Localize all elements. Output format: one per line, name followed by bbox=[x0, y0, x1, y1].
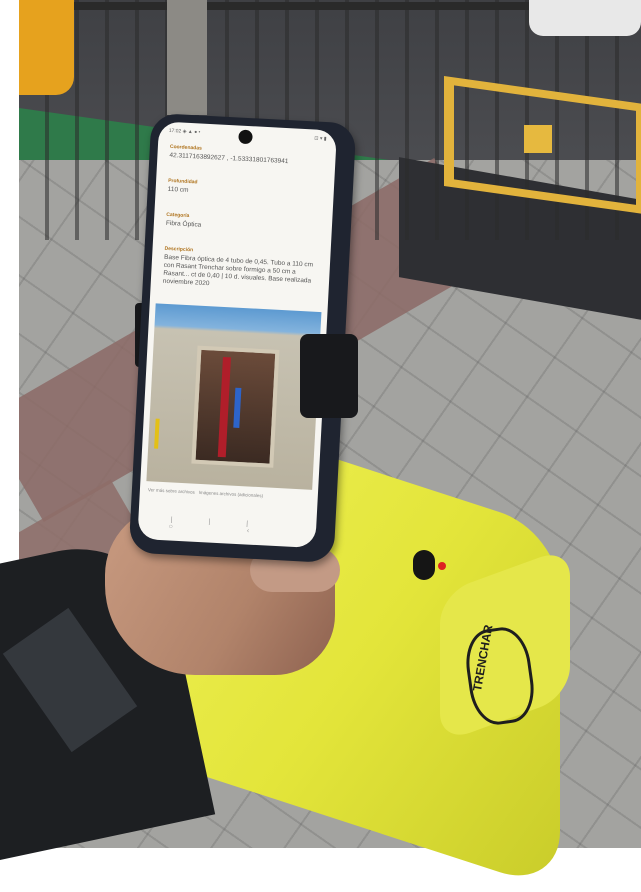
link-images[interactable]: Imágenes archivos (adicionales) bbox=[199, 490, 264, 498]
white-car bbox=[529, 0, 641, 36]
field-value-description: Base Fibra óptica de 4 tubo de 0,45. Tub… bbox=[162, 253, 314, 288]
yellow-marker bbox=[154, 418, 160, 449]
field-label-coordinates: Coordenadas bbox=[169, 143, 202, 152]
excavation-photo[interactable] bbox=[146, 303, 322, 490]
barrier-sign bbox=[524, 125, 552, 153]
device-led bbox=[438, 562, 446, 570]
status-bar-right: ⊡ ▾ ▮ bbox=[314, 135, 327, 143]
field-label-depth: Profundidad bbox=[167, 177, 198, 186]
yellow-vehicle bbox=[19, 0, 74, 95]
status-bar-left: 17:02 ◈ ▲ ● • bbox=[169, 128, 201, 136]
phone-mount-clamp bbox=[300, 334, 358, 418]
status-time: 17:02 bbox=[168, 127, 182, 135]
concrete-post bbox=[167, 0, 207, 115]
attachment-links: Ver más sobre archivos Imágenes archivos… bbox=[148, 487, 263, 498]
field-label-category: Categoría bbox=[166, 211, 190, 220]
field-value-coordinates: 42.3117163892627 , -1.53331801763941 bbox=[169, 151, 289, 166]
status-icons: ◈ ▲ ● • bbox=[182, 128, 201, 136]
android-nav-bar[interactable]: ||| ○ ‹ bbox=[138, 515, 316, 538]
field-label-description: Descripción bbox=[164, 245, 194, 254]
camera-notch bbox=[238, 129, 253, 145]
field-value-category: Fibra Óptica bbox=[165, 219, 202, 229]
field-value-depth: 110 cm bbox=[167, 185, 189, 194]
device-sensor bbox=[413, 550, 435, 580]
link-more-files[interactable]: Ver más sobre archivos bbox=[148, 487, 195, 494]
